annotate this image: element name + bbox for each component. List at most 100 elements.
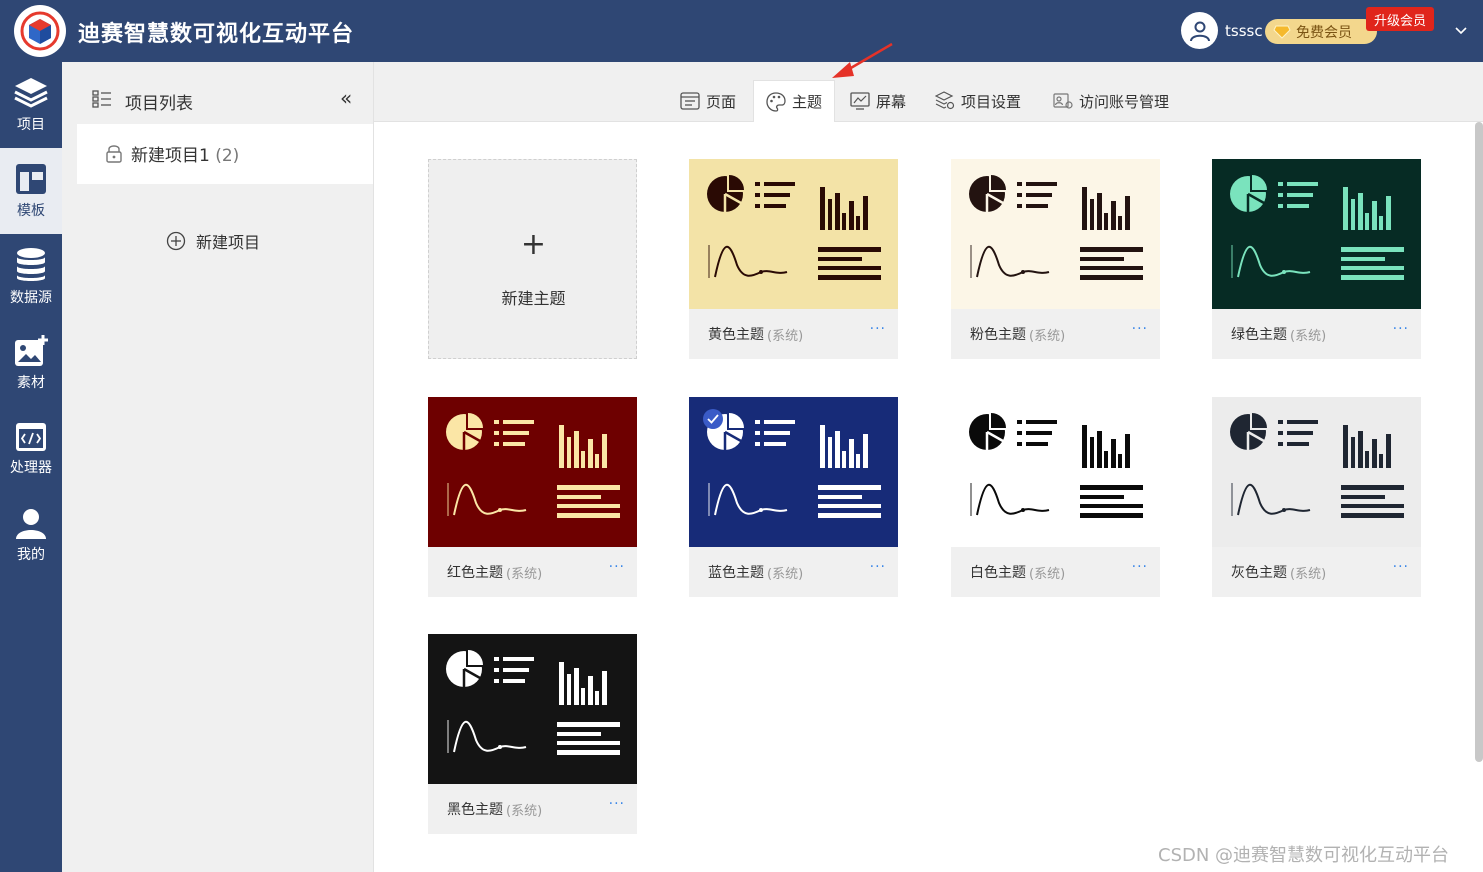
theme-preview[interactable] [951,397,1160,547]
header-dropdown[interactable] [1452,22,1470,40]
new-theme-label: 新建主题 [501,289,566,308]
theme-preview[interactable] [951,159,1160,309]
theme-card[interactable]: 绿色主题 (系统) ··· [1212,159,1421,359]
theme-preview-graphic [969,410,1143,518]
member-label: 免费会员 [1296,24,1352,41]
theme-card[interactable]: 白色主题 (系统) ··· [951,397,1160,597]
collapse-panel-button[interactable]: « [340,86,352,110]
theme-tag: (系统) [1290,328,1327,344]
theme-name: 灰色主题 [1231,565,1287,581]
theme-name: 黑色主题 [447,802,503,818]
selected-check-icon [703,409,723,429]
new-theme-card[interactable]: + 新建主题 [428,159,637,359]
theme-footer: 绿色主题 (系统) [1212,309,1421,359]
plus-circle-icon [166,231,186,251]
account-icon [1053,93,1073,109]
nav-label: 我的 [17,547,45,563]
tab-screen[interactable]: 屏幕 [850,80,906,122]
theme-tag: (系统) [506,566,543,582]
theme-preview[interactable] [428,397,637,547]
nav-item-mine[interactable]: 我的 [0,492,62,578]
theme-preview-graphic [969,172,1143,280]
nav-label: 素材 [17,375,45,391]
more-options-button[interactable]: ··· [1393,559,1409,575]
settings-icon [935,91,955,110]
project-item[interactable]: 新建项目1 (2) [77,124,373,184]
upgrade-button[interactable]: 升级会员 [1366,7,1434,31]
theme-preview[interactable] [689,397,898,547]
theme-name: 绿色主题 [1231,327,1287,343]
tab-bar: 页面 主题 屏幕 项目设置 访问账号管理 [374,62,1483,122]
nav-item-datasource[interactable]: 数据源 [0,234,62,320]
scrollbar[interactable] [1475,122,1483,762]
theme-preview-graphic [446,647,620,755]
theme-footer: 蓝色主题 (系统) [689,547,898,597]
tab-account-management[interactable]: 访问账号管理 [1053,80,1169,122]
theme-footer: 白色主题 (系统) [951,547,1160,597]
more-options-button[interactable]: ··· [1132,321,1148,337]
theme-card[interactable]: 灰色主题 (系统) ··· [1212,397,1421,597]
theme-card[interactable]: 黄色主题 (系统) ··· [689,159,898,359]
nav-item-material[interactable]: 素材 [0,320,62,406]
more-options-button[interactable]: ··· [609,796,625,812]
user-icon [16,509,46,539]
theme-card[interactable]: 黑色主题 (系统) ··· [428,634,637,834]
nav-label: 模板 [17,203,45,219]
theme-preview-graphic [1230,410,1404,518]
username[interactable]: tsssc [1225,22,1263,40]
theme-tag: (系统) [767,566,804,582]
top-header: 迪赛智慧数可视化互动平台 tsssc 免费会员 升级会员 [0,0,1483,62]
theme-preview[interactable] [428,634,637,784]
more-options-button[interactable]: ··· [1393,321,1409,337]
tab-label: 页面 [706,92,737,111]
more-options-button[interactable]: ··· [870,321,886,337]
theme-footer: 灰色主题 (系统) [1212,547,1421,597]
app-title: 迪赛智慧数可视化互动平台 [78,22,355,47]
template-icon [16,164,46,194]
more-options-button[interactable]: ··· [609,559,625,575]
theme-preview-graphic [446,410,620,518]
theme-card[interactable]: 蓝色主题 (系统) ··· [689,397,898,597]
project-count: (2) [215,146,240,166]
tab-page[interactable]: 页面 [680,80,736,122]
theme-name: 粉色主题 [970,327,1026,343]
new-project-button[interactable]: 新建项目 [166,229,260,253]
new-project-label: 新建项目 [196,233,261,252]
more-options-button[interactable]: ··· [870,559,886,575]
image-add-icon [15,335,48,366]
theme-preview-graphic [707,172,881,280]
diamond-icon [1273,25,1291,39]
tab-project-settings[interactable]: 项目设置 [935,80,1021,122]
theme-preview[interactable] [1212,397,1421,547]
app-logo[interactable] [14,5,66,57]
theme-preview[interactable] [689,159,898,309]
more-options-button[interactable]: ··· [1132,559,1148,575]
user-icon [1189,21,1210,41]
nav-item-template[interactable]: 模板 [0,148,62,234]
nav-label: 项目 [17,117,45,133]
nav-item-project[interactable]: 项目 [0,62,62,148]
logo-cube-icon [20,11,60,51]
nav-label: 数据源 [10,290,52,306]
theme-preview-graphic [1230,172,1404,280]
tab-label: 项目设置 [961,92,1022,111]
theme-footer: 粉色主题 (系统) [951,309,1160,359]
page-icon [680,92,700,110]
left-nav: 项目 模板 数据源 素材 处理器 我的 [0,62,62,872]
list-icon [92,90,111,108]
user-avatar[interactable] [1181,12,1218,49]
theme-tag: (系统) [1029,328,1066,344]
theme-preview[interactable] [1212,159,1421,309]
watermark: CSDN @迪赛智慧数可视化互动平台 [1158,845,1450,866]
theme-card[interactable]: 粉色主题 (系统) ··· [951,159,1160,359]
theme-tag: (系统) [767,328,804,344]
theme-card[interactable]: 红色主题 (系统) ··· [428,397,637,597]
tab-theme[interactable]: 主题 [753,80,836,122]
lock-icon [106,145,122,163]
theme-name: 红色主题 [447,565,503,581]
theme-name: 黄色主题 [708,327,764,343]
member-badge[interactable]: 免费会员 [1265,19,1377,44]
theme-footer: 红色主题 (系统) [428,547,637,597]
annotation-arrow-icon [832,42,893,78]
nav-item-processor[interactable]: 处理器 [0,406,62,492]
